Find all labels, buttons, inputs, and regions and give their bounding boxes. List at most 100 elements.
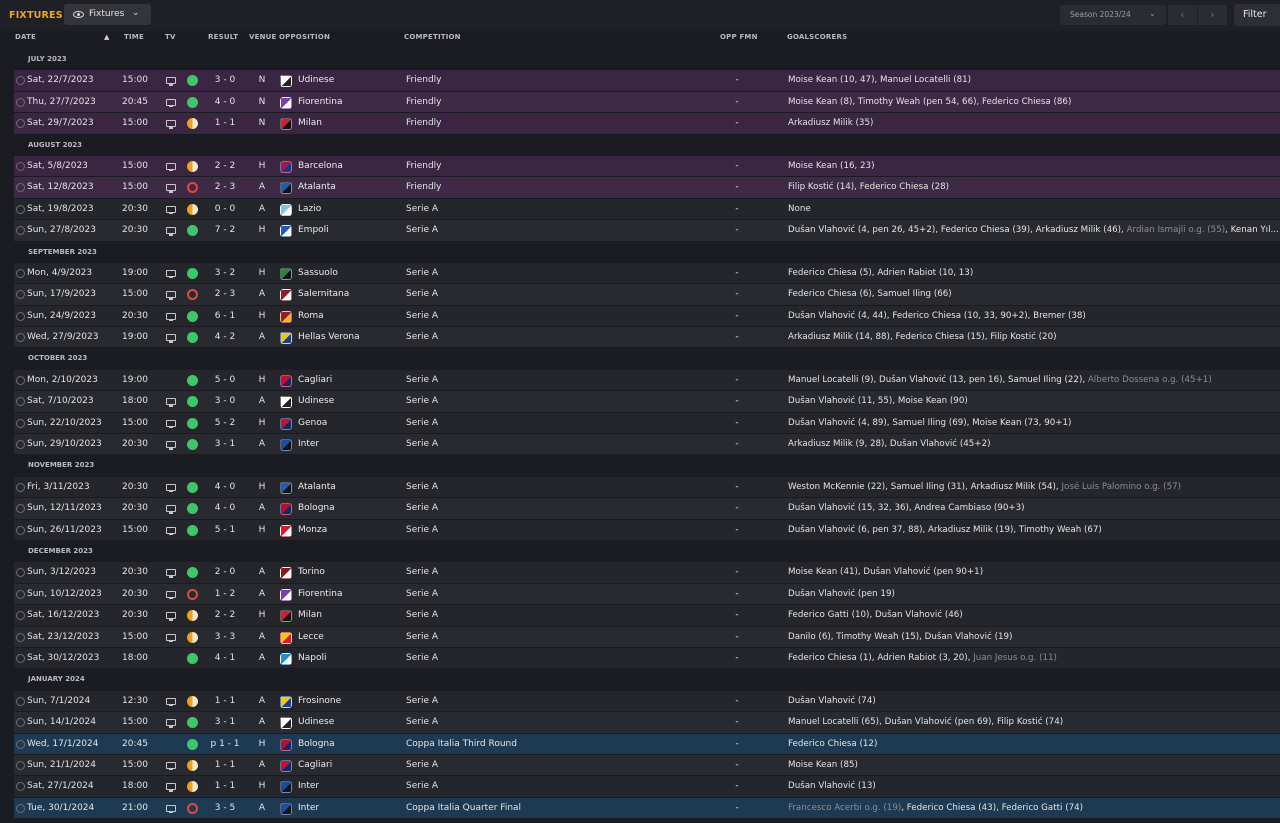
opponent-name[interactable]: Barcelona bbox=[298, 156, 343, 177]
filter-button[interactable]: Filter bbox=[1234, 4, 1280, 26]
fixture-row[interactable]: Sun, 22/10/2023 15:00 5 - 2 H Genoa Serie A - D… bbox=[14, 412, 1280, 435]
fixture-score[interactable]: 3 - 0 bbox=[210, 391, 240, 412]
opponent-name[interactable]: Milan bbox=[298, 605, 322, 626]
opponent-name[interactable]: Cagliari bbox=[298, 370, 332, 391]
competition-name[interactable]: Serie A bbox=[406, 413, 438, 434]
opponent-name[interactable]: Salernitana bbox=[298, 284, 349, 305]
fixture-row[interactable]: Sun, 7/1/2024 12:30 1 - 1 A Frosinone Serie A… bbox=[14, 690, 1280, 713]
opponent-name[interactable]: Sassuolo bbox=[298, 263, 338, 284]
competition-name[interactable]: Serie A bbox=[406, 199, 438, 220]
fixture-score[interactable]: 3 - 2 bbox=[210, 263, 240, 284]
fixture-score[interactable]: 5 - 2 bbox=[210, 413, 240, 434]
opponent-name[interactable]: Milan bbox=[298, 113, 322, 134]
competition-name[interactable]: Serie A bbox=[406, 306, 438, 327]
opponent-name[interactable]: Fiorentina bbox=[298, 584, 343, 605]
fixture-score[interactable]: 4 - 0 bbox=[210, 498, 240, 519]
competition-name[interactable]: Serie A bbox=[406, 284, 438, 305]
competition-name[interactable]: Serie A bbox=[406, 327, 438, 348]
previous-season-button[interactable]: ‹ bbox=[1168, 5, 1197, 25]
fixture-row[interactable]: Sun, 21/1/2024 15:00 1 - 1 A Cagliari Serie A… bbox=[14, 754, 1280, 777]
fixture-score[interactable]: 3 - 0 bbox=[210, 70, 240, 91]
competition-name[interactable]: Serie A bbox=[406, 370, 438, 391]
opponent-name[interactable]: Monza bbox=[298, 520, 327, 541]
fixture-score[interactable]: 1 - 1 bbox=[210, 113, 240, 134]
column-header-tv[interactable]: TV bbox=[165, 33, 176, 41]
fixture-row[interactable]: Sun, 29/10/2023 20:30 3 - 1 A Inter Serie A - A… bbox=[14, 434, 1280, 456]
opponent-name[interactable]: Lecce bbox=[298, 627, 324, 648]
fixture-score[interactable]: 2 - 3 bbox=[210, 284, 240, 305]
opponent-name[interactable]: Atalanta bbox=[298, 477, 336, 498]
opponent-name[interactable]: Empoli bbox=[298, 220, 329, 241]
opponent-name[interactable]: Udinese bbox=[298, 391, 334, 412]
fixture-row[interactable]: Sun, 12/11/2023 20:30 4 - 0 A Bologna Serie A… bbox=[14, 498, 1280, 520]
fixture-row[interactable]: Sat, 23/12/2023 15:00 3 - 3 A Lecce Serie A - D… bbox=[14, 626, 1280, 648]
fixture-row[interactable]: Sun, 10/12/2023 20:30 1 - 2 A Fiorentina Seri… bbox=[14, 583, 1280, 606]
fixture-score[interactable]: 0 - 0 bbox=[210, 199, 240, 220]
fixture-row[interactable]: Sun, 26/11/2023 15:00 5 - 1 H Monza Serie A - D… bbox=[14, 519, 1280, 541]
competition-name[interactable]: Serie A bbox=[406, 391, 438, 412]
competition-name[interactable]: Serie A bbox=[406, 434, 438, 455]
competition-name[interactable]: Friendly bbox=[406, 156, 442, 177]
fixture-row[interactable]: Thu, 27/7/2023 20:45 4 - 0 N Fiorentina Frien… bbox=[14, 91, 1280, 114]
fixture-score[interactable]: 5 - 1 bbox=[210, 520, 240, 541]
fixture-score[interactable]: 2 - 3 bbox=[210, 177, 240, 198]
fixture-row[interactable]: Sat, 7/10/2023 18:00 3 - 0 A Udinese Serie A -… bbox=[14, 391, 1280, 413]
fixture-score[interactable]: 3 - 5 bbox=[210, 798, 240, 819]
fixture-row[interactable]: Sat, 16/12/2023 20:30 2 - 2 H Milan Serie A - F… bbox=[14, 605, 1280, 627]
column-header-opp-fmn[interactable]: OPP FMN bbox=[720, 33, 758, 41]
competition-name[interactable]: Serie A bbox=[406, 627, 438, 648]
fixture-row[interactable]: Sun, 17/9/2023 15:00 2 - 3 A Salernitana Seri… bbox=[14, 284, 1280, 306]
fixture-row[interactable]: Sat, 27/1/2024 18:00 1 - 1 H Inter Serie A - Du… bbox=[14, 776, 1280, 798]
competition-name[interactable]: Serie A bbox=[406, 520, 438, 541]
next-season-button[interactable]: › bbox=[1198, 5, 1227, 25]
fixture-row[interactable]: Sat, 29/7/2023 15:00 1 - 1 N Milan Friendly - A… bbox=[14, 113, 1280, 135]
season-selector[interactable]: Season 2023/24 ⌄ bbox=[1060, 5, 1166, 25]
fixture-score[interactable]: 2 - 2 bbox=[210, 156, 240, 177]
fixture-row[interactable]: Wed, 27/9/2023 19:00 4 - 2 A Hellas Verona Se… bbox=[14, 327, 1280, 349]
fixture-row[interactable]: Sat, 30/12/2023 18:00 4 - 1 A Napoli Serie A -… bbox=[14, 647, 1280, 670]
competition-name[interactable]: Serie A bbox=[406, 220, 438, 241]
column-header-date[interactable]: DATE bbox=[15, 33, 36, 41]
fixture-row[interactable]: Sun, 27/8/2023 20:30 7 - 2 H Empoli Serie A - D… bbox=[14, 220, 1280, 242]
opponent-name[interactable]: Lazio bbox=[298, 199, 321, 220]
competition-name[interactable]: Serie A bbox=[406, 584, 438, 605]
fixture-row[interactable]: Sat, 12/8/2023 15:00 2 - 3 A Atalanta Friendl… bbox=[14, 177, 1280, 199]
column-header-opposition[interactable]: OPPOSITION bbox=[279, 33, 330, 41]
opponent-name[interactable]: Torino bbox=[298, 562, 325, 583]
opponent-name[interactable]: Inter bbox=[298, 798, 319, 819]
competition-name[interactable]: Friendly bbox=[406, 113, 442, 134]
competition-name[interactable]: Serie A bbox=[406, 477, 438, 498]
competition-name[interactable]: Coppa Italia Quarter Final bbox=[406, 798, 521, 819]
fixture-score[interactable]: 3 - 1 bbox=[210, 712, 240, 733]
opponent-name[interactable]: Genoa bbox=[298, 413, 327, 434]
sort-ascending-icon[interactable]: ▲ bbox=[104, 33, 110, 41]
opponent-name[interactable]: Roma bbox=[298, 306, 324, 327]
opponent-name[interactable]: Atalanta bbox=[298, 177, 336, 198]
opponent-name[interactable]: Bologna bbox=[298, 498, 335, 519]
fixture-row[interactable]: Fri, 3/11/2023 20:30 4 - 0 H Atalanta Serie A… bbox=[14, 476, 1280, 499]
fixture-row[interactable]: Wed, 17/1/2024 20:45 p 1 - 1 H Bologna Coppa … bbox=[14, 733, 1280, 755]
opponent-name[interactable]: Napoli bbox=[298, 648, 326, 669]
competition-name[interactable]: Serie A bbox=[406, 498, 438, 519]
competition-name[interactable]: Serie A bbox=[406, 605, 438, 626]
opponent-name[interactable]: Bologna bbox=[298, 734, 335, 755]
fixture-score[interactable]: 1 - 1 bbox=[210, 755, 240, 776]
competition-name[interactable]: Serie A bbox=[406, 776, 438, 797]
fixture-row[interactable]: Sat, 19/8/2023 20:30 0 - 0 A Lazio Serie A - No… bbox=[14, 198, 1280, 221]
fixture-row[interactable]: Sun, 24/9/2023 20:30 6 - 1 H Roma Serie A - Duš… bbox=[14, 305, 1280, 328]
fixture-row[interactable]: Sat, 5/8/2023 15:00 2 - 2 H Barcelona Friendl… bbox=[14, 155, 1280, 178]
fixture-row[interactable]: Sun, 3/12/2023 20:30 2 - 0 A Torino Serie A - M… bbox=[14, 562, 1280, 584]
competition-name[interactable]: Coppa Italia Third Round bbox=[406, 734, 517, 755]
opponent-name[interactable]: Udinese bbox=[298, 70, 334, 91]
fixture-row[interactable]: Sun, 14/1/2024 15:00 3 - 1 A Udinese Serie A -… bbox=[14, 712, 1280, 734]
column-header-venue[interactable]: VENUE bbox=[249, 33, 277, 41]
opponent-name[interactable]: Fiorentina bbox=[298, 92, 343, 113]
fixture-row[interactable]: Sat, 22/7/2023 15:00 3 - 0 N Udinese Friendly… bbox=[14, 70, 1280, 92]
fixture-score[interactable]: 5 - 0 bbox=[210, 370, 240, 391]
competition-name[interactable]: Serie A bbox=[406, 562, 438, 583]
competition-name[interactable]: Serie A bbox=[406, 691, 438, 712]
fixture-score[interactable]: 4 - 0 bbox=[210, 477, 240, 498]
opponent-name[interactable]: Frosinone bbox=[298, 691, 341, 712]
column-header-time[interactable]: TIME bbox=[124, 33, 144, 41]
opponent-name[interactable]: Udinese bbox=[298, 712, 334, 733]
